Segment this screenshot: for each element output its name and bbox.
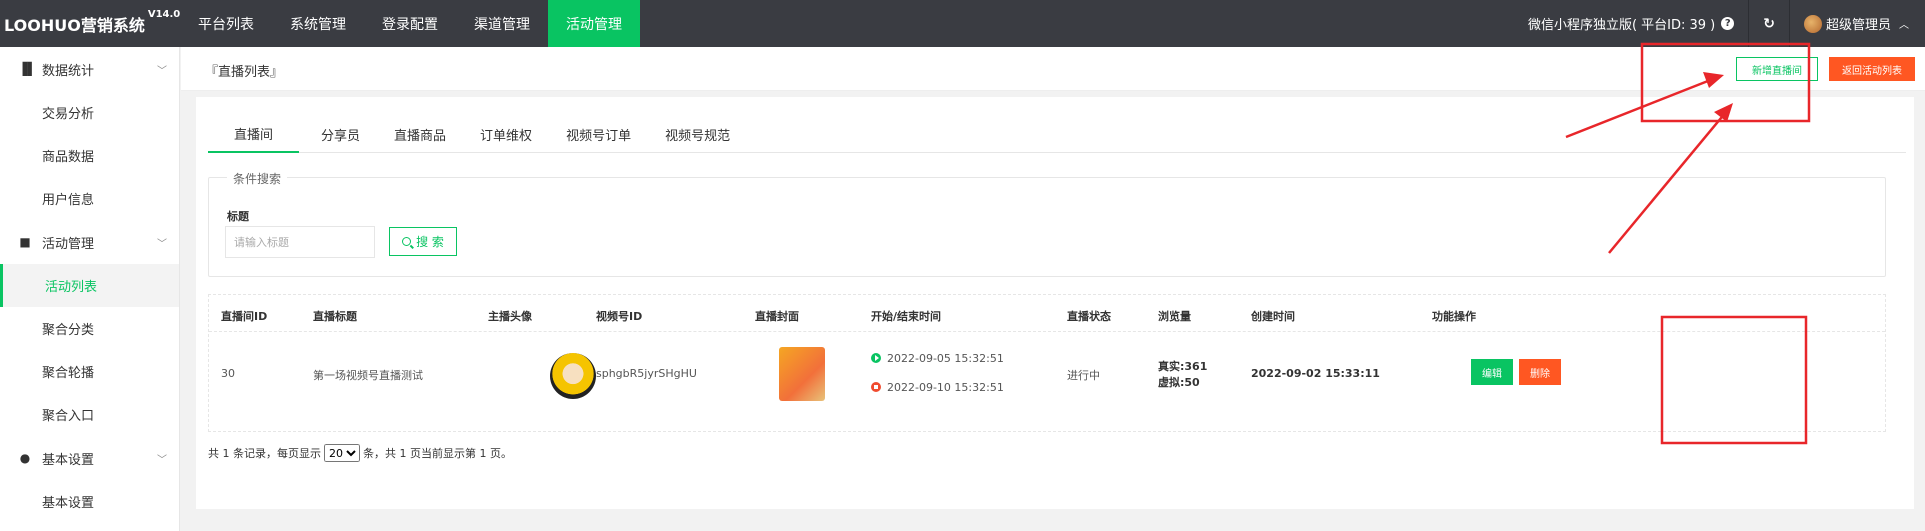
sidebar-item-basic-settings[interactable]: 基本设置	[0, 480, 179, 523]
tab-live-products[interactable]: 直播商品	[382, 115, 458, 153]
sidebar-group-data-stats[interactable]: ▐▌ 数据统计 ﹀	[0, 47, 179, 91]
sidebar-item-trade-analysis[interactable]: 交易分析	[0, 91, 179, 134]
title-search-input[interactable]	[225, 226, 375, 258]
cell-live-id: 30	[221, 367, 235, 380]
tab-bar: 直播间 分享员 直播商品 订单维权 视频号订单 视频号规范	[208, 115, 1906, 153]
tab-sharer[interactable]: 分享员	[309, 115, 372, 153]
chevron-down-icon: ﹀	[157, 238, 167, 250]
back-to-activity-list-button[interactable]: 返回活动列表	[1829, 57, 1915, 81]
platform-info: 微信小程序独立版( 平台ID: 39 )	[1527, 18, 1716, 33]
help-icon[interactable]: ?	[1721, 17, 1735, 30]
app-version: V14.0	[147, 8, 181, 20]
col-live-cover: 直播封面	[755, 310, 799, 323]
col-video-id: 视频号ID	[596, 310, 643, 323]
main-nav: 平台列表 系统管理 登录配置 渠道管理 活动管理	[180, 0, 640, 47]
nav-activity-management[interactable]: 活动管理	[548, 0, 640, 47]
start-time-text: 2022-09-05 15:32:51	[887, 352, 1004, 365]
user-name[interactable]: 超级管理员	[1826, 14, 1891, 33]
main-content: 『直播列表』 新增直播间 返回活动列表 直播间 分享员 直播商品 订单维权 视频…	[181, 47, 1925, 531]
bar-chart-icon: ▐▌	[18, 62, 37, 76]
col-live-title: 直播标题	[313, 310, 357, 323]
search-fieldset: 条件搜索 标题 搜 索	[208, 170, 1886, 277]
tab-channel-rules[interactable]: 视频号规范	[653, 115, 742, 153]
cell-start-time: 2022-09-05 15:32:51	[871, 352, 1004, 365]
search-button[interactable]: 搜 索	[389, 227, 457, 256]
sidebar-group-activity[interactable]: ■ 活动管理 ﹀	[0, 220, 179, 264]
cell-live-title: 第一场视频号直播测试	[313, 369, 423, 382]
cell-created-time: 2022-09-02 15:33:11	[1251, 367, 1380, 380]
title-label: 标题	[227, 210, 249, 223]
avatar[interactable]	[1803, 14, 1822, 33]
delete-button[interactable]: 删除	[1519, 359, 1561, 385]
sidebar: ▐▌ 数据统计 ﹀ 交易分析 商品数据 用户信息 ■ 活动管理 ﹀ 活动列表 聚…	[0, 47, 180, 531]
nav-channel-management[interactable]: 渠道管理	[456, 0, 548, 47]
sidebar-item-activity-list[interactable]: 活动列表	[0, 264, 179, 307]
page-size-select[interactable]: 20	[324, 444, 360, 462]
add-live-room-button[interactable]: 新增直播间	[1736, 57, 1818, 81]
breadcrumb: 『直播列表』	[205, 65, 284, 80]
nav-login-config[interactable]: 登录配置	[364, 0, 456, 47]
cell-end-time: 2022-09-10 15:32:51	[871, 381, 1004, 394]
anchor-avatar	[550, 353, 596, 399]
app-logo-text: LOOHUO营销系统	[4, 15, 145, 35]
sidebar-group-label: 数据统计	[42, 63, 95, 79]
cell-video-id: sphgbR5jyrSHgHU	[596, 367, 697, 380]
divider	[1788, 0, 1790, 47]
nav-system-management[interactable]: 系统管理	[272, 0, 364, 47]
sidebar-group-label: 活动管理	[42, 236, 95, 252]
tab-live-room[interactable]: 直播间	[208, 115, 300, 153]
sidebar-group-basic-settings[interactable]: ● 基本设置 ﹀	[0, 436, 179, 480]
tab-channel-orders[interactable]: 视频号订单	[554, 115, 643, 153]
chevron-down-icon: ﹀	[157, 65, 167, 77]
sidebar-group-label: 基本设置	[42, 452, 95, 468]
live-cover-image	[779, 347, 825, 401]
col-live-status: 直播状态	[1067, 310, 1111, 323]
search-icon	[402, 237, 412, 246]
edit-button[interactable]: 编辑	[1471, 359, 1513, 385]
col-views: 浏览量	[1158, 310, 1191, 323]
search-button-label: 搜 索	[416, 235, 444, 249]
end-time-text: 2022-09-10 15:32:51	[887, 381, 1004, 394]
col-actions: 功能操作	[1432, 310, 1476, 323]
pager-prefix: 共 1 条记录，每页显示	[208, 447, 321, 460]
cell-live-status: 进行中	[1067, 369, 1100, 382]
sidebar-item-aggregate-carousel[interactable]: 聚合轮播	[0, 350, 179, 393]
cell-views-fake: 虚拟:50	[1158, 376, 1200, 389]
nav-platform-list[interactable]: 平台列表	[180, 0, 272, 47]
sidebar-item-user-info[interactable]: 用户信息	[0, 177, 179, 220]
sidebar-item-product-data[interactable]: 商品数据	[0, 134, 179, 177]
col-created-time: 创建时间	[1251, 310, 1295, 323]
search-legend: 条件搜索	[227, 170, 288, 187]
pagination: 共 1 条记录，每页显示 20 条，共 1 页当前显示第 1 页。	[208, 444, 512, 462]
top-navbar: LOOHUO营销系统 V14.0 平台列表 系统管理 登录配置 渠道管理 活动管理…	[0, 0, 1925, 47]
bag-icon: ■	[19, 235, 31, 249]
live-list-panel: 直播间 分享员 直播商品 订单维权 视频号订单 视频号规范 条件搜索 标题 搜 …	[196, 97, 1914, 509]
cell-views-real: 真实:361	[1158, 360, 1208, 373]
stop-icon	[871, 382, 881, 392]
sidebar-item-aggregate-category[interactable]: 聚合分类	[0, 307, 179, 350]
chevron-down-icon: ﹀	[157, 454, 167, 466]
table-header: 直播间ID 直播标题 主播头像 视频号ID 直播封面 开始/结束时间 直播状态 …	[209, 295, 1885, 332]
chevron-up-icon[interactable]: ︿	[1899, 16, 1909, 31]
col-anchor-avatar: 主播头像	[488, 310, 532, 323]
play-icon	[871, 353, 881, 363]
pager-suffix: 条，共 1 页当前显示第 1 页。	[363, 447, 512, 460]
compass-icon: ●	[19, 451, 31, 465]
app-logo[interactable]: LOOHUO营销系统 V14.0	[0, 8, 181, 36]
live-table: 直播间ID 直播标题 主播头像 视频号ID 直播封面 开始/结束时间 直播状态 …	[208, 294, 1886, 432]
tab-order-rights[interactable]: 订单维权	[468, 115, 544, 153]
col-start-end-time: 开始/结束时间	[871, 310, 942, 323]
refresh-icon[interactable]: ↻	[1763, 16, 1775, 32]
page-header: 『直播列表』 新增直播间 返回活动列表	[181, 47, 1925, 91]
divider	[1748, 0, 1750, 47]
col-live-id: 直播间ID	[221, 310, 268, 323]
top-right-area: 微信小程序独立版( 平台ID: 39 ) ? ↻ 超级管理员 ︿	[1528, 0, 1925, 47]
sidebar-item-aggregate-entry[interactable]: 聚合入口	[0, 393, 179, 436]
